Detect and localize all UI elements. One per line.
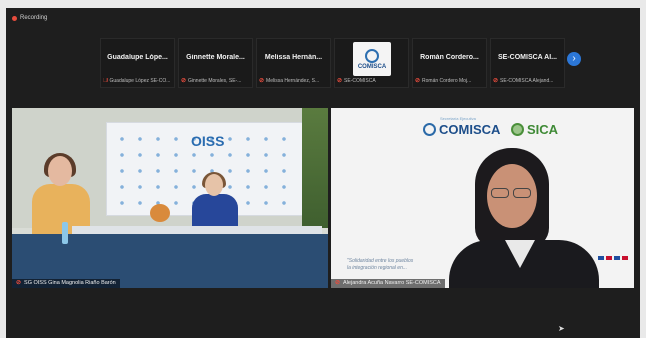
sica-logo: SICA: [511, 122, 558, 137]
recording-dot-icon: [12, 15, 17, 21]
participant-display-name: Román Cordero...: [420, 54, 479, 61]
participant-label: ⊘ SE-COMISCA: [337, 77, 406, 85]
participant-thumb-ginnette[interactable]: Ginnette Morale... ⊘ Ginnette Morales, SE…: [178, 38, 253, 88]
comisca-logo-text: COMISCA: [357, 63, 387, 70]
participant-thumb-roman[interactable]: Román Cordero... ⊘ Román Cordero Moj...: [412, 38, 487, 88]
participant-display-name: Melissa Hernán...: [264, 54, 323, 61]
meeting-window: Recording Guadalupe Lópe... 🎙̸ Guadalupe …: [6, 8, 640, 338]
mic-muted-icon: ⊘: [415, 78, 421, 84]
participant-label-text: Román Cordero Moj...: [422, 77, 472, 84]
mic-muted-icon: ⊘: [16, 280, 22, 286]
chevron-right-icon[interactable]: ›: [567, 52, 581, 66]
participant-label-text: Melissa Hernández, S...: [266, 77, 320, 84]
participant-display-name: SE-COMISCA Al...: [498, 54, 557, 61]
video-tile-speaker-left[interactable]: OISS ⊘ SG OISS Gina Magnolia Riaño Barón: [12, 108, 328, 288]
participant-thumb-guadalupe[interactable]: Guadalupe Lópe... 🎙̸ Guadalupe López SE-C…: [100, 38, 175, 88]
plant-decor: [302, 108, 328, 228]
flags-decor: [598, 256, 628, 260]
participant-label: ⊘ Melissa Hernández, S...: [259, 77, 328, 85]
mic-muted-icon: ⊘: [259, 78, 265, 84]
video-tile-speaker-right[interactable]: Secretaría Ejecutiva COMISCA SICA "Solid…: [331, 108, 634, 288]
water-bottle: [62, 222, 68, 244]
video-name-bar: ⊘ SG OISS Gina Magnolia Riaño Barón: [12, 279, 120, 288]
participant-thumb-se-comisca[interactable]: COMISCA ⊘ SE-COMISCA: [334, 38, 409, 88]
participant-label-text: SE-COMISCA Alejand...: [500, 77, 554, 84]
mic-muted-icon: ⊘: [493, 78, 499, 84]
participant-label-text: Guadalupe López SE-CO...: [109, 78, 171, 84]
oiss-logo-text: OISS: [191, 133, 225, 149]
comisca-logo-text: COMISCA: [439, 122, 501, 137]
participant-video-person: [449, 148, 599, 288]
participant-label: ⊘ Román Cordero Moj...: [415, 77, 484, 85]
mic-muted-icon: 🎙̸: [103, 78, 108, 84]
mic-muted-icon: ⊘: [335, 280, 341, 286]
mic-muted-icon: ⊘: [181, 78, 187, 84]
comisca-logo-large: Secretaría Ejecutiva COMISCA: [423, 116, 501, 137]
participant-label: ⊘ Ginnette Morales, SE-...: [181, 77, 250, 85]
participant-thumb-se-comisca-alejandra[interactable]: SE-COMISCA Al... ⊘ SE-COMISCA Alejand...: [490, 38, 565, 88]
participant-thumb-melissa[interactable]: Melissa Hernán... ⊘ Melissa Hernández, S.…: [256, 38, 331, 88]
quote-line: "Solidaridad entre los pueblos: [347, 258, 414, 264]
recording-label: Recording: [20, 15, 48, 21]
sica-logo-text: SICA: [527, 122, 559, 137]
participant-display-name: Guadalupe Lópe...: [107, 54, 168, 61]
video-name-label: SG OISS Gina Magnolia Riaño Barón: [24, 280, 116, 286]
quote-line: la integración regional en...: [347, 265, 408, 271]
comisca-logo: COMISCA: [353, 42, 391, 76]
video-name-bar: ⊘ Alejandra Acuña Navarro SE-COMISCA: [331, 279, 445, 288]
participant-label-text: Ginnette Morales, SE-...: [188, 77, 242, 84]
participant-strip: Guadalupe Lópe... 🎙̸ Guadalupe López SE-C…: [100, 38, 570, 88]
flowers-decor: [150, 204, 170, 222]
mic-muted-icon: ⊘: [337, 78, 343, 84]
participant-video-person: [190, 172, 240, 234]
mouse-cursor-icon: ➤: [558, 324, 565, 333]
participant-label: 🎙̸ Guadalupe López SE-CO...: [103, 78, 172, 84]
comisca-logo-small-text: Secretaría Ejecutiva: [440, 116, 476, 121]
background-quote: "Solidaridad entre los pueblos la integr…: [347, 258, 413, 272]
participant-label: ⊘ SE-COMISCA Alejand...: [493, 77, 562, 85]
video-name-label: Alejandra Acuña Navarro SE-COMISCA: [343, 280, 441, 286]
participant-label-text: SE-COMISCA: [344, 77, 376, 84]
participant-display-name: Ginnette Morale...: [186, 54, 245, 61]
recording-indicator: Recording: [12, 15, 47, 21]
